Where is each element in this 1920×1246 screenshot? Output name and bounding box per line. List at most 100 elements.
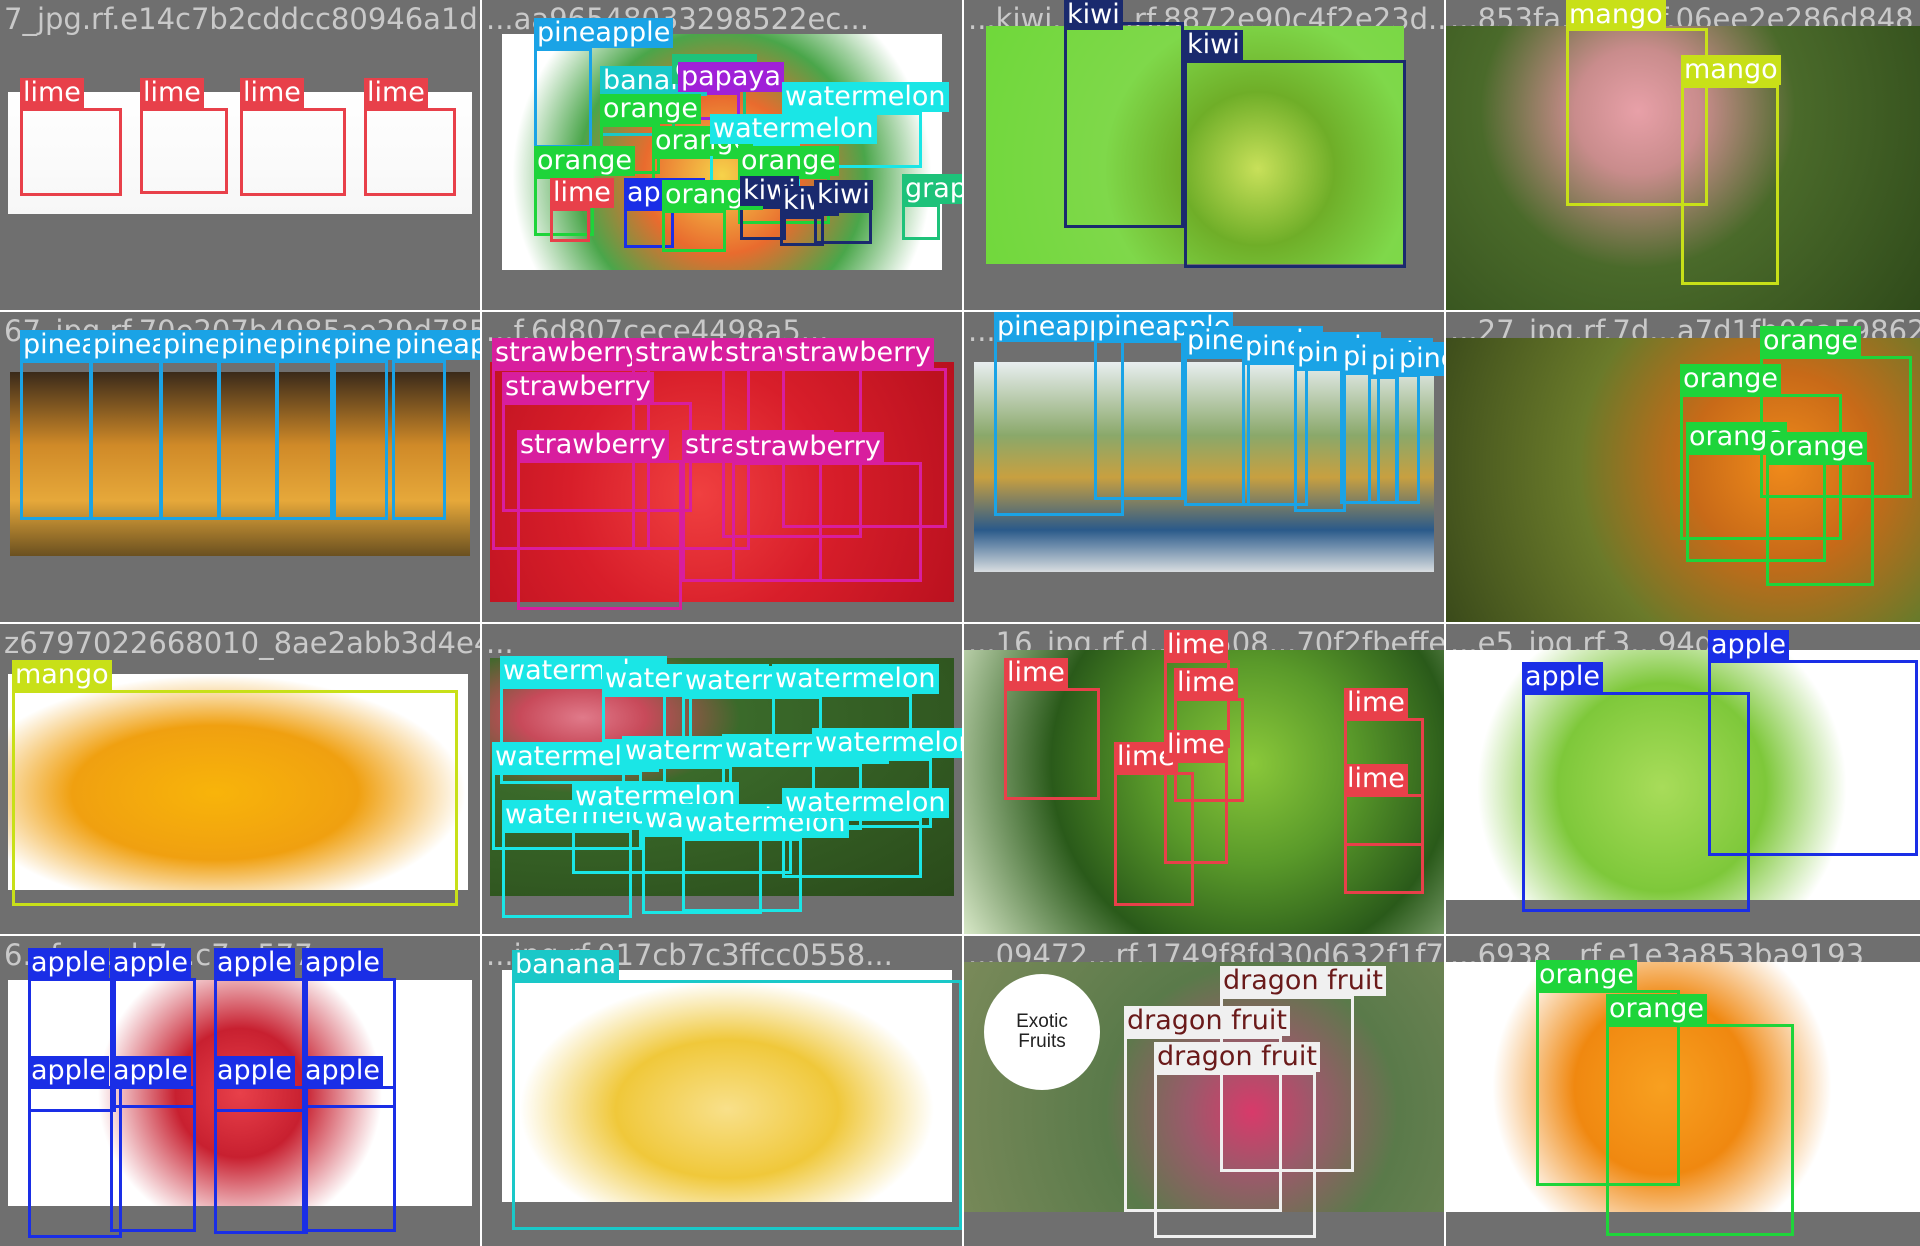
detection-box: [534, 48, 592, 148]
detection-label: orange: [534, 146, 636, 176]
mosaic-tile: ...853fa...JPG.rf.06ee2e286d848 mango mang…: [1446, 0, 1920, 310]
detection-box: [330, 360, 388, 520]
mosaic-tile: 67_jpg.rf.70e207b4985ae29d7853...pineapp…: [0, 312, 480, 622]
detection-box: [276, 360, 336, 520]
detection-label: apple: [1522, 662, 1603, 692]
detection-box: [392, 360, 446, 520]
detection-box: [240, 108, 346, 196]
detection-box: [110, 1086, 196, 1232]
detection-box: [364, 108, 456, 196]
detection-label: apple: [302, 948, 383, 978]
detection-box: [662, 210, 726, 252]
detection-box: [902, 204, 940, 240]
detection-label: watermelon: [782, 82, 949, 112]
detection-box: [1368, 376, 1398, 504]
detection-box: [1184, 356, 1250, 506]
detection-box: [1708, 660, 1918, 856]
detection-label: apple: [1708, 630, 1789, 660]
detection-box: [1766, 462, 1874, 586]
mosaic-tile: ...f.6d807cece4498a5... strawberry strawbe…: [482, 312, 962, 622]
detection-label: lime: [1164, 730, 1228, 760]
detection-label: watermelon: [772, 664, 939, 694]
detection-box: [214, 1086, 308, 1234]
detection-label: lime: [1344, 688, 1408, 718]
mosaic-tile: ...6938...rf.e1e3a853ba9193 orange orange: [1446, 936, 1920, 1246]
detection-label: apple: [302, 1056, 383, 1086]
detection-label: dragon fruit: [1154, 1042, 1320, 1072]
tile-filename: ...: [486, 626, 514, 660]
detection-label: orange: [1766, 432, 1868, 462]
detection-label: pineapple: [534, 18, 674, 48]
detection-label: strawberry: [502, 372, 654, 402]
detection-label: lime: [1174, 668, 1238, 698]
detection-label: lime: [20, 78, 84, 108]
detection-label: kiwi: [1064, 0, 1123, 30]
detection-label: strawberry: [517, 430, 669, 460]
detection-label: grape: [902, 174, 962, 204]
detection-label: dragon fruit: [1124, 1006, 1290, 1036]
detection-box: [12, 690, 458, 906]
detection-label: watermelon: [710, 114, 877, 144]
detection-label: orange: [738, 146, 840, 176]
mosaic-tile: ...09472...rf.1749f8fd30d632f1f7a0...Exo…: [964, 936, 1444, 1246]
mosaic-tile: ...jpg.rf.017cb7c3ffcc0558... banana: [482, 936, 962, 1246]
detection-box: [302, 1086, 396, 1232]
detection-label: apple: [28, 948, 109, 978]
detection-label: orange: [1606, 994, 1708, 1024]
detection-box: [1094, 340, 1184, 500]
detection-box: [550, 208, 590, 242]
detection-box: [218, 360, 278, 520]
exotic-fruits-logo: Exotic Fruits: [984, 974, 1100, 1090]
detection-label: kiwi: [1184, 30, 1243, 60]
detection-box: [140, 108, 228, 194]
detection-label: pineapple: [1396, 344, 1444, 374]
detection-box: [1064, 22, 1184, 228]
detection-label: orange: [1760, 326, 1862, 356]
detection-label: apple: [214, 1056, 295, 1086]
detection-label: orange: [600, 94, 702, 124]
detection-label: orange: [1536, 960, 1638, 990]
mosaic-tile: ... watermelon watermelon watermelon waterme…: [482, 624, 962, 934]
detection-label: lime: [1164, 630, 1228, 660]
mosaic-tile: ...aa96548033298522ec...pineapplebananag…: [482, 0, 962, 310]
detection-label: lime: [1344, 764, 1408, 794]
detection-label: strawberry: [732, 432, 884, 462]
detection-label: banana: [512, 950, 619, 980]
tile-filename: z6797022668010_8ae2abb3d4e4b27...: [4, 626, 480, 660]
detection-label: lime: [550, 178, 614, 208]
detection-label: dragon fruit: [1220, 966, 1386, 996]
detection-label: lime: [140, 78, 204, 108]
detection-box: [1344, 794, 1424, 894]
detection-box: [1294, 368, 1346, 512]
detection-box: [1681, 85, 1779, 285]
detection-label: apple: [214, 948, 295, 978]
detection-box: [732, 462, 922, 582]
detection-box: [1184, 60, 1406, 268]
detection-box: [512, 980, 962, 1230]
detection-label: papaya: [678, 62, 784, 92]
detection-label: strawberry: [492, 338, 644, 368]
detection-box: [28, 1086, 122, 1238]
mosaic-tile: ...kiwi...jpg.rf.8872e90c4f2e23d... kiwi k…: [964, 0, 1444, 310]
mosaic-tile: ...0f09875...pineapplepineapplepineapple…: [964, 312, 1444, 622]
detection-label: pineapple: [392, 330, 480, 360]
detection-label: orange: [1680, 364, 1782, 394]
detection-box: [160, 360, 220, 520]
mosaic-tile: z6797022668010_8ae2abb3d4e4b27...mango: [0, 624, 480, 934]
mosaic-tile: 7_jpg.rf.e14c7b2cddcc80946a1d64a2...lime…: [0, 0, 480, 310]
detection-label: strawberry: [782, 338, 934, 368]
detection-label: mango: [12, 660, 112, 690]
detection-label: apple: [110, 948, 191, 978]
detection-box: [1396, 374, 1420, 504]
detection-label: watermelon: [782, 788, 949, 818]
detection-label: watermelon: [812, 728, 962, 758]
detection-label: apple: [110, 1056, 191, 1086]
detection-box: [90, 360, 162, 520]
detection-box: [20, 360, 92, 520]
detection-label: kiwi: [814, 180, 873, 210]
detection-label: lime: [240, 78, 304, 108]
detection-box: [1164, 760, 1228, 864]
mosaic-tile: ...16_jpg.rf.d...54508...70f2fbeffe492..…: [964, 624, 1444, 934]
detection-box: [20, 108, 122, 196]
detection-label: lime: [1004, 658, 1068, 688]
